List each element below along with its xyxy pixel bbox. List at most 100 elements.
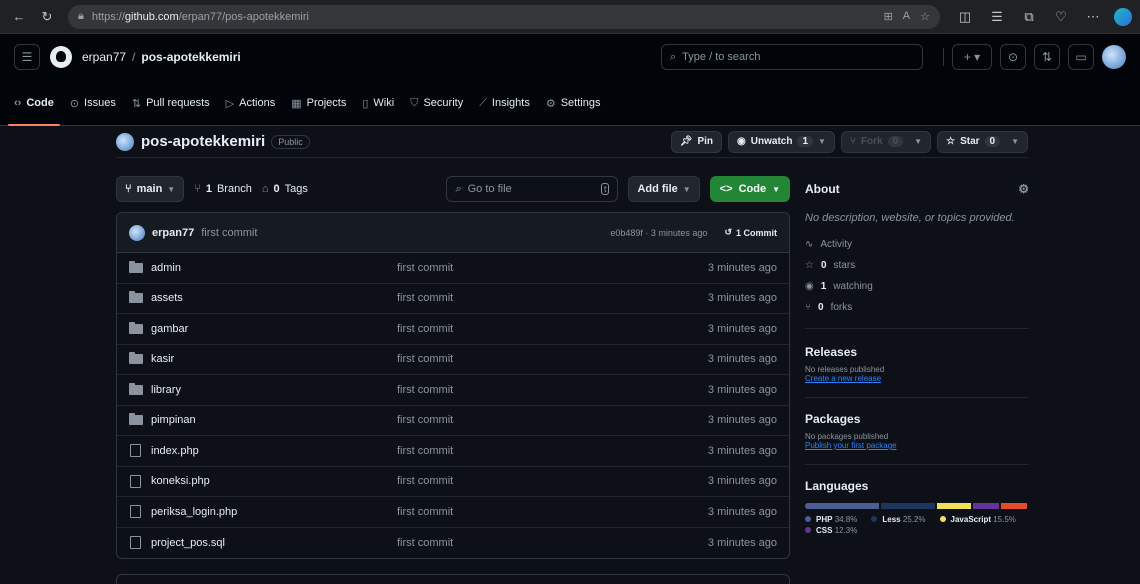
tab-issues[interactable]: ⊙ Issues: [70, 80, 116, 126]
go-to-file-input[interactable]: ⌕ Go to file t: [446, 176, 619, 202]
color-dot: [805, 527, 811, 533]
file-commit-message[interactable]: first commit: [397, 537, 708, 549]
play-icon: ▷: [225, 97, 235, 110]
language-item[interactable]: CSS 12.3%: [805, 526, 857, 535]
breadcrumb: erpan77/pos-apotekkemiri: [82, 50, 241, 64]
file-commit-message[interactable]: first commit: [397, 292, 708, 304]
commit-author[interactable]: erpan77: [152, 227, 194, 239]
tab-label: Pull requests: [146, 97, 210, 109]
search-input[interactable]: ⌕ Type / to search: [661, 44, 923, 70]
split-screen-icon[interactable]: ◫: [954, 6, 976, 28]
file-name[interactable]: koneksi.php: [129, 474, 397, 488]
avatar[interactable]: [1102, 45, 1126, 69]
star-count: 0: [984, 136, 1001, 147]
file-name[interactable]: project_pos.sql: [129, 536, 397, 550]
create-release-link[interactable]: Create a new release: [805, 374, 1029, 383]
branch-icon: ⑂: [194, 183, 201, 195]
issues-icon[interactable]: ⊙: [1000, 44, 1026, 70]
inbox-icon[interactable]: ▭: [1068, 44, 1094, 70]
tab-insights[interactable]: ⟋ Insights: [479, 80, 530, 126]
back-icon[interactable]: ←: [8, 6, 30, 28]
apps-icon[interactable]: ⊞: [884, 10, 893, 23]
tags-link[interactable]: ⌂ 0 Tags: [262, 183, 308, 195]
commits-link[interactable]: ↺ 1 Commit: [724, 227, 777, 238]
language-item[interactable]: JavaScript 15.5%: [939, 515, 1016, 524]
color-dot: [939, 516, 946, 522]
activity-link[interactable]: ∿ Activity: [805, 234, 1029, 255]
table-row: koneksi.php first commit 3 minutes ago: [117, 467, 789, 497]
packages-heading[interactable]: Packages: [805, 406, 1029, 432]
owner-link[interactable]: erpan77: [82, 50, 126, 64]
table-icon: ▦: [291, 97, 302, 110]
fork-button[interactable]: ⑂ Fork 0 ▼: [840, 130, 932, 153]
github-logo-icon[interactable]: [50, 46, 72, 68]
file-name[interactable]: assets: [129, 291, 397, 304]
file-icon: [130, 505, 141, 519]
watch-count: 1: [797, 136, 814, 147]
pull-requests-icon[interactable]: ⇅: [1034, 44, 1060, 70]
stars-link[interactable]: ☆ 0 stars: [805, 255, 1029, 276]
unwatch-button[interactable]: ◉ Unwatch 1 ▼: [728, 130, 835, 153]
star-button[interactable]: ☆ Star 0 ▼: [937, 130, 1028, 153]
collections-icon[interactable]: ⧉: [1018, 6, 1040, 28]
file-commit-message[interactable]: first commit: [397, 262, 708, 274]
table-row: pimpinan first commit 3 minutes ago: [117, 406, 789, 436]
tab-wiki[interactable]: ▯ Wiki: [362, 80, 394, 126]
browser-toolbar: ← ↻ 🔒︎ https://github.com/erpan77/pos-ap…: [0, 0, 1140, 34]
file-name[interactable]: library: [129, 382, 397, 396]
publish-package-link[interactable]: Publish your first package: [805, 441, 1029, 450]
history-icon: ↺: [724, 227, 732, 237]
file-name[interactable]: pimpinan: [129, 413, 397, 426]
commit-message[interactable]: first commit: [201, 227, 257, 239]
file-name[interactable]: index.php: [129, 444, 397, 458]
avatar[interactable]: [129, 224, 145, 241]
file-name[interactable]: kasir: [129, 352, 397, 365]
more-icon[interactable]: ⋯: [1082, 6, 1104, 28]
repo-title[interactable]: pos-apotekkemiri: [141, 133, 265, 150]
file-commit-message[interactable]: first commit: [397, 506, 708, 518]
repo-link[interactable]: pos-apotekkemiri: [141, 50, 240, 64]
file-commit-message[interactable]: first commit: [397, 475, 708, 487]
branch-selector[interactable]: ⑂ main ▼: [116, 176, 185, 202]
menu-icon[interactable]: ☰: [14, 44, 40, 70]
file-commit-message[interactable]: first commit: [397, 323, 708, 335]
create-new-button[interactable]: + ▾: [952, 44, 992, 70]
file-commit-message[interactable]: first commit: [397, 384, 708, 396]
add-file-button[interactable]: Add file ▼: [628, 176, 700, 202]
refresh-icon[interactable]: ↻: [36, 6, 58, 28]
tab-code[interactable]: ‹› Code: [8, 80, 60, 126]
gear-icon[interactable]: ⚙: [1018, 182, 1029, 196]
table-row: index.php first commit 3 minutes ago: [117, 436, 789, 467]
tab-security[interactable]: ⛉ Security: [410, 80, 463, 126]
tab-actions[interactable]: ▷ Actions: [226, 80, 276, 126]
file-name[interactable]: periksa_login.php: [129, 505, 397, 519]
pin-button[interactable]: 📌︎ Pin: [670, 130, 723, 153]
file-name[interactable]: gambar: [129, 321, 397, 335]
file-commit-message[interactable]: first commit: [397, 414, 708, 426]
extension-icon[interactable]: ♡: [1050, 6, 1072, 28]
releases-heading[interactable]: Releases: [805, 339, 1029, 365]
language-segment: [805, 503, 880, 509]
watchers-link[interactable]: ◉ 1 watching: [805, 276, 1029, 297]
tab-projects[interactable]: ▦ Projects: [291, 80, 346, 126]
branches-link[interactable]: ⑂ 1 Branch: [194, 183, 252, 195]
repo-header: pos-apotekkemiri Public 📌︎ Pin ◉ Unwatch 1 ▼…: [116, 126, 1028, 158]
commit-meta[interactable]: e0b489f · 3 minutes ago: [610, 228, 707, 238]
favorites-icon[interactable]: ☰: [986, 6, 1008, 28]
copilot-icon[interactable]: [1114, 7, 1132, 26]
code-button[interactable]: <> Code ▼: [709, 176, 790, 202]
sidebar: About ⚙ No description, website, or topic…: [805, 176, 1029, 535]
language-item[interactable]: Less 25.2%: [871, 515, 926, 524]
language-item[interactable]: PHP 34.8%: [805, 515, 857, 524]
tab-pull-requests[interactable]: ⇅ Pull requests: [132, 80, 210, 126]
address-bar[interactable]: 🔒︎ https://github.com/erpan77/pos-apotek…: [68, 4, 940, 29]
divider: [805, 328, 1029, 329]
tab-settings[interactable]: ⚙ Settings: [546, 80, 601, 126]
forks-link[interactable]: ⑂ 0 forks: [805, 297, 1029, 318]
file-commit-message[interactable]: first commit: [397, 445, 708, 457]
language-list: PHP 34.8% Less 25.2% JavaScript 15.5% CSS 1…: [805, 515, 1029, 535]
favorite-star-icon[interactable]: ☆: [920, 10, 930, 23]
file-name[interactable]: admin: [129, 260, 397, 274]
read-aloud-icon[interactable]: A: [903, 10, 910, 23]
file-commit-message[interactable]: first commit: [397, 353, 708, 365]
